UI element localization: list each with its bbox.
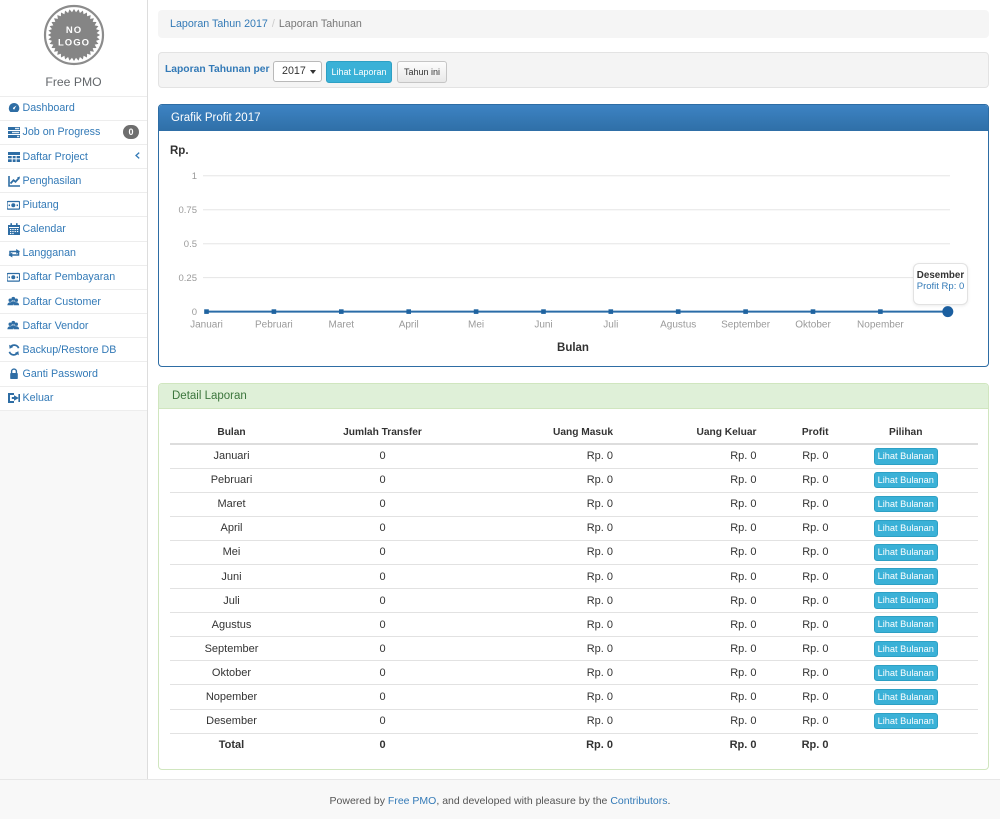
svg-text:Juli: Juli bbox=[603, 319, 618, 330]
svg-text:Bulan: Bulan bbox=[557, 342, 589, 354]
svg-text:0: 0 bbox=[192, 307, 197, 318]
svg-text:Januari: Januari bbox=[190, 319, 223, 330]
svg-text:0.5: 0.5 bbox=[184, 239, 197, 250]
svg-text:Juni: Juni bbox=[534, 319, 552, 330]
svg-text:Mei: Mei bbox=[468, 319, 484, 330]
svg-text:0.75: 0.75 bbox=[179, 205, 198, 216]
svg-text:NO: NO bbox=[66, 25, 82, 36]
svg-text:0.25: 0.25 bbox=[179, 273, 198, 284]
svg-text:Pebruari: Pebruari bbox=[255, 319, 293, 330]
svg-text:LOGO: LOGO bbox=[58, 38, 90, 49]
svg-text:Agustus: Agustus bbox=[660, 319, 696, 330]
svg-text:1: 1 bbox=[192, 171, 197, 182]
svg-text:Oktober: Oktober bbox=[795, 319, 831, 330]
svg-text:Nopember: Nopember bbox=[857, 319, 904, 330]
svg-text:April: April bbox=[399, 319, 419, 330]
svg-text:September: September bbox=[721, 319, 771, 330]
svg-text:Maret: Maret bbox=[329, 319, 355, 330]
svg-text:Rp.: Rp. bbox=[170, 145, 189, 157]
